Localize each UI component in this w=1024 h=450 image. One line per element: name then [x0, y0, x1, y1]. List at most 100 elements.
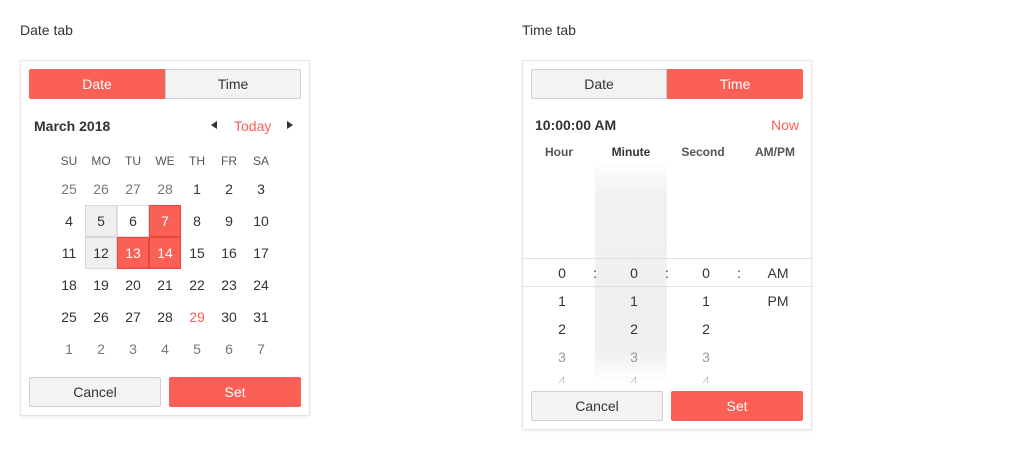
hour-option[interactable]: 2: [526, 315, 598, 343]
calendar-week-row: 25 26 27 28 29 30 31: [53, 301, 277, 333]
calendar-day[interactable]: 23: [213, 269, 245, 301]
hour-column-header: Hour: [545, 145, 573, 159]
weekday-label: TH: [189, 154, 205, 168]
time-picker: Date Time 10:00:00 AM Now Hour Minute Se…: [522, 60, 812, 430]
cancel-button[interactable]: Cancel: [29, 377, 161, 407]
tab-date[interactable]: Date: [29, 69, 165, 99]
calendar-day[interactable]: 15: [181, 237, 213, 269]
weekday-header: SU MO TU WE TH FR SA: [53, 149, 277, 173]
calendar-grid: SU MO TU WE TH FR SA 25 26 27 28 1 2 3 4 5 6 7 8 9 10 11 12 13…: [53, 149, 277, 365]
hour-option[interactable]: 4: [526, 373, 598, 383]
second-column-header: Second: [681, 145, 725, 159]
calendar-day[interactable]: 14: [149, 237, 181, 269]
calendar-day[interactable]: 12: [85, 237, 117, 269]
calendar-day[interactable]: 2: [85, 333, 117, 365]
date-picker-tabs: Date Time: [29, 69, 301, 99]
calendar-day[interactable]: 30: [213, 301, 245, 333]
calendar-week-row: 4 5 6 7 8 9 10: [53, 205, 277, 237]
calendar-day[interactable]: 7: [245, 333, 277, 365]
calendar-day[interactable]: 24: [245, 269, 277, 301]
calendar-day[interactable]: 25: [53, 173, 85, 205]
calendar-day[interactable]: 25: [53, 301, 85, 333]
calendar-day[interactable]: 6: [213, 333, 245, 365]
calendar-week-row: 18 19 20 21 22 23 24: [53, 269, 277, 301]
minute-option[interactable]: 2: [598, 315, 670, 343]
calendar-day[interactable]: 26: [85, 173, 117, 205]
calendar-day[interactable]: 1: [53, 333, 85, 365]
hour-selected-value[interactable]: 0: [526, 259, 598, 287]
ampm-option[interactable]: PM: [742, 287, 814, 315]
cancel-button[interactable]: Cancel: [531, 391, 663, 421]
calendar-day[interactable]: 22: [181, 269, 213, 301]
second-option[interactable]: 1: [670, 287, 742, 315]
calendar-day[interactable]: 4: [149, 333, 181, 365]
set-button[interactable]: Set: [169, 377, 301, 407]
calendar-day[interactable]: 11: [53, 237, 85, 269]
set-button[interactable]: Set: [671, 391, 803, 421]
minute-option[interactable]: 4: [598, 373, 670, 383]
second-option[interactable]: 3: [670, 343, 742, 371]
minute-option[interactable]: 1: [598, 287, 670, 315]
date-picker: Date Time March 2018 Today SU MO TU WE TH FR S…: [20, 60, 310, 416]
calendar-day[interactable]: 6: [117, 205, 149, 237]
time-value: 10:00:00 AM: [535, 117, 617, 133]
weekday-label: TU: [125, 154, 141, 168]
calendar-day[interactable]: 27: [117, 173, 149, 205]
calendar-week-row: 1234567: [53, 333, 277, 365]
tab-time[interactable]: Time: [165, 69, 301, 99]
hour-option[interactable]: 1: [526, 287, 598, 315]
calendar-day[interactable]: 3: [245, 173, 277, 205]
next-month-icon[interactable]: [287, 121, 293, 129]
weekday-label: FR: [221, 154, 237, 168]
time-separator: :: [665, 265, 669, 281]
calendar-day[interactable]: 13: [117, 237, 149, 269]
tab-date[interactable]: Date: [531, 69, 667, 99]
calendar-day[interactable]: 10: [245, 205, 277, 237]
calendar-day[interactable]: 4: [53, 205, 85, 237]
calendar-day[interactable]: 20: [117, 269, 149, 301]
calendar-day[interactable]: 17: [245, 237, 277, 269]
month-label: March 2018: [34, 118, 111, 134]
second-selected-value[interactable]: 0: [670, 259, 742, 287]
calendar-day[interactable]: 9: [213, 205, 245, 237]
calendar-day[interactable]: 28: [149, 173, 181, 205]
calendar-day[interactable]: 5: [181, 333, 213, 365]
time-separator: :: [593, 265, 597, 281]
calendar-day[interactable]: 8: [181, 205, 213, 237]
minute-option[interactable]: 3: [598, 343, 670, 371]
minute-column-header: Minute: [611, 145, 651, 159]
weekday-label: WE: [155, 154, 175, 168]
calendar-day[interactable]: 7: [149, 205, 181, 237]
calendar-week-row: 25 26 27 28 1 2 3: [53, 173, 277, 205]
second-option[interactable]: 4: [670, 373, 742, 383]
weekday-label: MO: [91, 154, 111, 168]
second-option[interactable]: 2: [670, 315, 742, 343]
today-link[interactable]: Today: [234, 118, 271, 134]
calendar-week-row: 11 12 13 14 15 16 17: [53, 237, 277, 269]
calendar-day[interactable]: 2: [213, 173, 245, 205]
hour-option[interactable]: 3: [526, 343, 598, 371]
calendar-day[interactable]: 18: [53, 269, 85, 301]
minute-selected-value[interactable]: 0: [598, 259, 670, 287]
now-link[interactable]: Now: [771, 117, 799, 133]
calendar-day[interactable]: 26: [85, 301, 117, 333]
calendar-day[interactable]: 1: [181, 173, 213, 205]
calendar-day[interactable]: 27: [117, 301, 149, 333]
ampm-selected-value[interactable]: AM: [742, 259, 814, 287]
tab-time[interactable]: Time: [667, 69, 803, 99]
calendar-day[interactable]: 5: [85, 205, 117, 237]
calendar-day[interactable]: 31: [245, 301, 277, 333]
calendar-day[interactable]: 21: [149, 269, 181, 301]
prev-month-icon[interactable]: [211, 121, 217, 129]
date-tab-title: Date tab: [20, 22, 73, 38]
calendar-day[interactable]: 19: [85, 269, 117, 301]
calendar-day[interactable]: 28: [149, 301, 181, 333]
weekday-label: SA: [252, 154, 269, 168]
time-separator: :: [737, 265, 741, 281]
calendar-day[interactable]: 16: [213, 237, 245, 269]
calendar-day[interactable]: 29: [181, 301, 213, 333]
time-picker-tabs: Date Time: [531, 69, 803, 99]
weekday-label: SU: [60, 154, 78, 168]
calendar-day[interactable]: 3: [117, 333, 149, 365]
time-tab-title: Time tab: [522, 22, 576, 38]
